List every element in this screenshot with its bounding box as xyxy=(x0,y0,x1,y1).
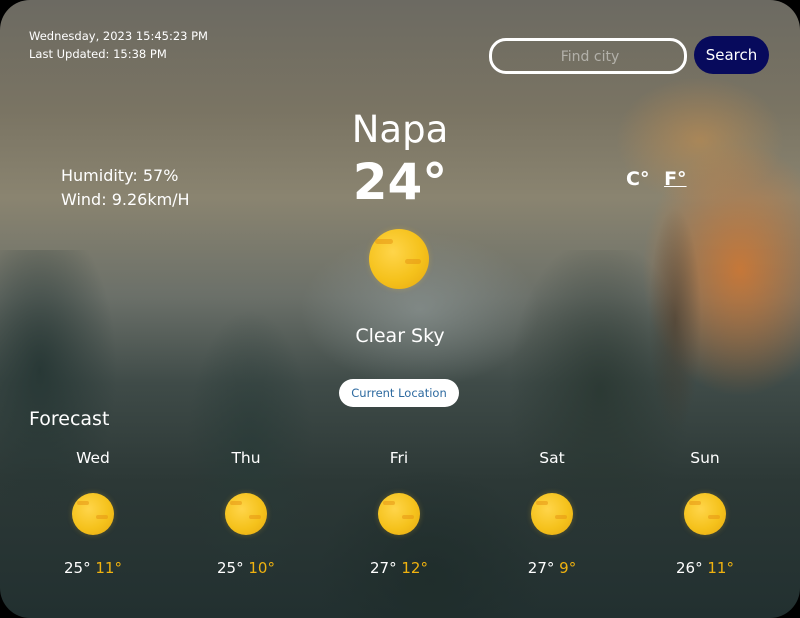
city-search-input[interactable] xyxy=(492,41,688,73)
forecast-day-name: Sat xyxy=(539,449,565,467)
search-box xyxy=(489,38,688,74)
forecast-high: 27° xyxy=(370,559,397,577)
wind-value: Wind: 9.26km/H xyxy=(61,190,190,209)
background-tree xyxy=(640,170,710,470)
last-updated: Last Updated: 15:38 PM xyxy=(29,47,167,61)
forecast-low: 12° xyxy=(401,559,428,577)
forecast-high: 26° xyxy=(676,559,703,577)
current-location-button[interactable]: Current Location xyxy=(339,379,459,407)
weather-card: Wednesday, 2023 15:45:23 PM Last Updated… xyxy=(0,0,800,618)
weather-details: Humidity: 57% Wind: 9.26km/H xyxy=(61,164,190,212)
weather-condition: Clear Sky xyxy=(355,325,445,347)
background-mountain xyxy=(250,190,590,390)
sun-icon xyxy=(225,493,267,535)
forecast-high: 27° xyxy=(527,559,555,577)
datetime-block: Wednesday, 2023 15:45:23 PM Last Updated… xyxy=(29,27,208,63)
unit-toggle: C° F° xyxy=(626,166,687,192)
forecast-temps: 27° 12° xyxy=(339,558,459,578)
forecast-temps: 26° 11° xyxy=(645,558,765,578)
sun-icon xyxy=(378,493,420,535)
forecast-low: 9° xyxy=(559,559,577,577)
sun-icon xyxy=(72,493,114,535)
forecast-low: 11° xyxy=(707,559,734,577)
fahrenheit-toggle[interactable]: F° xyxy=(664,168,686,190)
sun-icon xyxy=(684,493,726,535)
search-button[interactable]: Search xyxy=(694,36,769,74)
forecast-temps: 27° 9° xyxy=(492,558,612,578)
forecast-title: Forecast xyxy=(29,408,110,430)
forecast-low: 11° xyxy=(95,559,122,577)
forecast-low: 10° xyxy=(248,559,275,577)
forecast-temps: 25° 10° xyxy=(186,558,306,578)
city-name: Napa xyxy=(351,108,449,151)
forecast-temps: 25° 11° xyxy=(33,558,153,578)
sun-icon xyxy=(531,493,573,535)
forecast-day-name: Fri xyxy=(389,449,409,467)
forecast-high: 25° xyxy=(217,559,244,577)
forecast-day-name: Sun xyxy=(690,449,720,467)
sun-icon xyxy=(369,229,429,289)
humidity-value: Humidity: 57% xyxy=(61,166,179,185)
celsius-toggle[interactable]: C° xyxy=(626,168,649,190)
forecast-day-name: Thu xyxy=(231,449,261,467)
forecast-day-name: Wed xyxy=(76,449,110,467)
current-datetime: Wednesday, 2023 15:45:23 PM xyxy=(29,29,208,43)
forecast-high: 25° xyxy=(64,559,91,577)
